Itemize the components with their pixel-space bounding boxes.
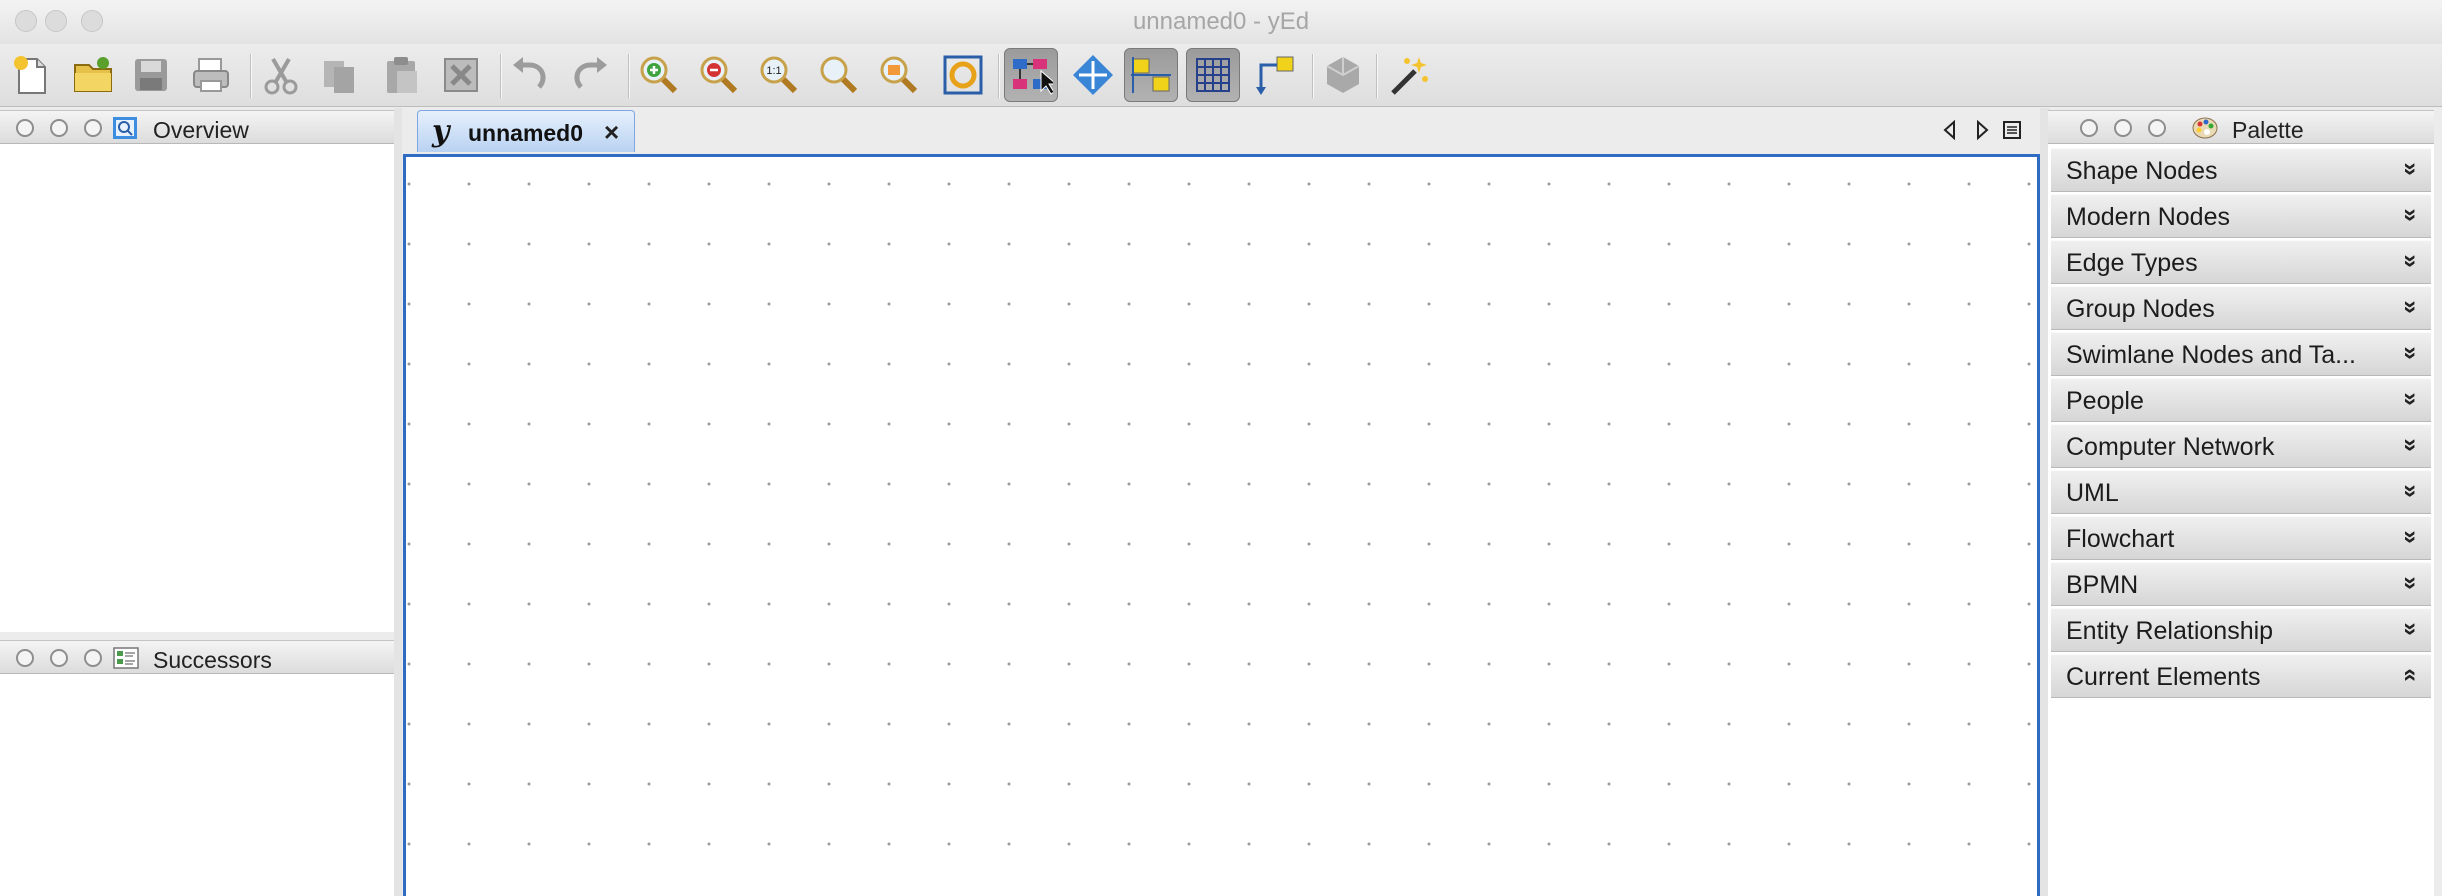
successors-panel-body[interactable] [0,674,394,896]
palette-section-label: BPMN [2066,571,2139,599]
palette-section-label: Swimlane Nodes and Ta... [2066,341,2356,369]
window-title: unnamed0 - yEd [1132,8,1310,35]
palette-panel-header: Palette [2048,110,2434,144]
layout-icon[interactable] [1316,48,1370,102]
palette-section-label: Current Elements [2066,663,2261,691]
palette-section-shape-nodes[interactable]: Shape Nodes » [2051,148,2431,192]
chevron-down-icon: » [2397,622,2425,636]
palette-panel-title: Palette [2232,117,2304,143]
panel-close-button[interactable] [2080,119,2098,137]
palette-section-people[interactable]: People » [2051,378,2431,422]
chevron-down-icon: » [2397,438,2425,452]
palette-section-label: Computer Network [2066,433,2275,461]
panel-float-button[interactable] [2148,119,2166,137]
chevron-down-icon: » [2397,162,2425,176]
chevron-down-icon: » [2397,300,2425,314]
chevron-down-icon: » [2397,392,2425,406]
zoom-in-icon[interactable] [632,48,686,102]
tab-scroll-right-icon[interactable] [1972,118,1992,142]
successors-panel-title: Successors [153,647,272,673]
undo-icon[interactable] [504,48,558,102]
palette-section-label: Entity Relationship [2066,617,2274,645]
overview-panel-body[interactable] [0,144,394,632]
title-bar: unnamed0 - yEd [0,0,2442,44]
palette-section-swimlane-nodes[interactable]: Swimlane Nodes and Ta... » [2051,332,2431,376]
palette-section-uml[interactable]: UML » [2051,470,2431,514]
zoom-area-icon[interactable] [872,48,926,102]
palette-section-label: Modern Nodes [2066,203,2230,231]
panel-float-button[interactable] [84,649,102,667]
new-document-icon[interactable] [4,48,58,102]
palette-section-label: Shape Nodes [2066,157,2218,185]
palette-section-flowchart[interactable]: Flowchart » [2051,516,2431,560]
yed-logo-icon: y [432,114,450,149]
left-splitter[interactable] [394,108,402,896]
palette-section-label: Group Nodes [2066,295,2215,323]
zoom-out-icon[interactable] [692,48,746,102]
tab-label: unnamed0 [468,120,584,146]
overview-icon [113,117,137,139]
edit-mode-icon[interactable] [1004,48,1058,102]
palette-section-entity-relationship[interactable]: Entity Relationship » [2051,608,2431,652]
palette-section-group-nodes[interactable]: Group Nodes » [2051,286,2431,330]
panel-float-button[interactable] [84,119,102,137]
palette-icon [2192,117,2218,139]
tab-unnamed0[interactable]: y unnamed0 × [417,110,635,152]
panel-minimize-button[interactable] [50,649,68,667]
overview-panel-header: Overview [0,110,394,144]
open-folder-icon[interactable] [66,48,120,102]
snapping-icon[interactable] [1124,48,1178,102]
zoom-fit-icon[interactable] [812,48,866,102]
orthogonal-edges-icon[interactable] [1248,48,1302,102]
panel-close-button[interactable] [16,649,34,667]
successors-icon [113,647,139,669]
palette-section-label: UML [2066,479,2119,507]
copy-icon[interactable] [313,48,367,102]
palette-section-label: Edge Types [2066,249,2198,277]
chevron-down-icon: » [2397,576,2425,590]
tab-close-icon[interactable]: × [604,117,619,148]
paste-icon[interactable] [374,48,428,102]
grid-icon[interactable] [1186,48,1240,102]
chevron-down-icon: » [2397,208,2425,222]
successors-panel-header: Successors [0,640,394,674]
palette-section-computer-network[interactable]: Computer Network » [2051,424,2431,468]
panel-close-button[interactable] [16,119,34,137]
main-toolbar: 1:1 [0,44,2442,107]
palette-section-label: Flowchart [2066,525,2175,553]
tab-scroll-left-icon[interactable] [1940,118,1960,142]
delete-icon[interactable] [434,48,488,102]
chevron-down-icon: » [2397,484,2425,498]
zoom-actual-size-icon[interactable]: 1:1 [752,48,806,102]
print-icon[interactable] [184,48,238,102]
magic-wand-icon[interactable] [1382,48,1436,102]
palette-section-label: People [2066,387,2144,415]
palette-section-edge-types[interactable]: Edge Types » [2051,240,2431,284]
navigation-mode-icon[interactable] [1066,48,1120,102]
svg-text:1:1: 1:1 [766,65,781,77]
redo-icon[interactable] [562,48,616,102]
palette-section-modern-nodes[interactable]: Modern Nodes » [2051,194,2431,238]
palette-section-bpmn[interactable]: BPMN » [2051,562,2431,606]
chevron-down-icon: » [2397,346,2425,360]
tab-list-icon[interactable] [2002,118,2022,142]
chevron-down-icon: » [2397,254,2425,268]
chevron-up-icon: « [2397,668,2425,682]
cut-icon[interactable] [254,48,308,102]
graph-canvas[interactable] [403,154,2040,896]
chevron-down-icon: » [2397,530,2425,544]
save-icon[interactable] [124,48,178,102]
panel-minimize-button[interactable] [2114,119,2132,137]
fit-content-icon[interactable] [936,48,990,102]
panel-minimize-button[interactable] [50,119,68,137]
palette-section-current-elements[interactable]: Current Elements « [2051,654,2431,698]
overview-panel-title: Overview [153,117,249,143]
